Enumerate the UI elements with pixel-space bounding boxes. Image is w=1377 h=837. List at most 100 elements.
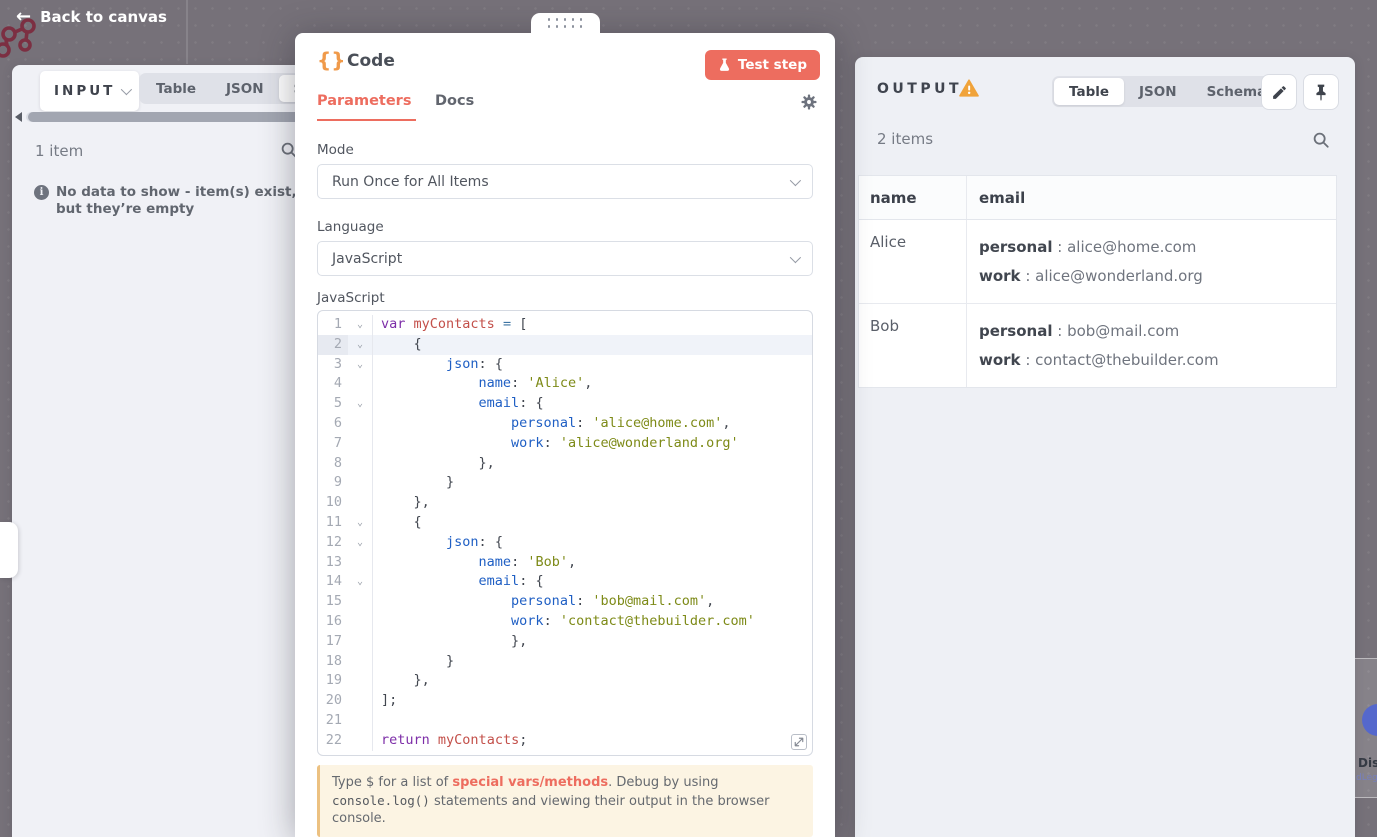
tab-docs[interactable]: Docs <box>435 93 474 109</box>
code-line[interactable]: 9 } <box>318 473 812 494</box>
code-text: { <box>381 335 422 352</box>
code-line[interactable]: 2 ⌄ { <box>318 334 812 355</box>
editor-resize-handle[interactable] <box>791 734 807 750</box>
fold-chevron-icon[interactable]: ⌄ <box>348 532 373 553</box>
output-view-tabs: Table JSON Schema <box>1052 76 1284 107</box>
mode-select[interactable]: Run Once for All Items <box>317 164 813 199</box>
code-line[interactable]: 22 return myContacts; <box>318 730 812 751</box>
editor-hint: Type $ for a list of special vars/method… <box>317 765 813 837</box>
output-title: OUTPUT <box>877 81 962 97</box>
code-editor[interactable]: 1 ⌄ var myContacts = [2 ⌄ {3 ⌄ json: {4 name… <box>317 310 813 756</box>
input-title: INPUT <box>54 83 116 99</box>
fold-chevron-icon <box>348 691 373 711</box>
special-vars-link[interactable]: special vars/methods <box>452 775 608 790</box>
line-number: 13 <box>325 553 342 570</box>
code-text: var myContacts = [ <box>381 316 528 332</box>
tab-parameters[interactable]: Parameters <box>317 93 411 109</box>
output-tab-table[interactable]: Table <box>1054 78 1125 105</box>
pin-output-button[interactable] <box>1303 74 1339 110</box>
line-number: 3 <box>333 355 342 372</box>
back-to-canvas-button[interactable]: ← Back to canvas <box>16 6 167 27</box>
code-text: } <box>381 474 455 491</box>
code-line[interactable]: 13 name: 'Bob', <box>318 552 812 573</box>
code-text: name: 'Alice', <box>478 375 593 392</box>
fold-chevron-icon[interactable]: ⌄ <box>348 394 373 414</box>
back-arrow-icon: ← <box>16 6 32 27</box>
code-line[interactable]: 14 ⌄ email: { <box>318 572 812 593</box>
code-line[interactable]: 5 ⌄ email: { <box>318 394 812 414</box>
code-line[interactable]: 8 }, <box>318 453 812 474</box>
fold-chevron-icon <box>348 671 373 692</box>
chevron-down-icon <box>789 251 802 263</box>
search-icon[interactable] <box>1312 131 1330 149</box>
canvas-node-sublabel-partial: dLega <box>1356 773 1377 783</box>
language-select[interactable]: JavaScript <box>317 241 813 276</box>
output-tab-json[interactable]: JSON <box>1124 78 1192 105</box>
fold-chevron-icon[interactable]: ⌄ <box>348 354 373 375</box>
modal-drag-handle[interactable] <box>531 13 600 34</box>
hint-middle: . Debug by using <box>608 775 719 790</box>
line-number: 2 <box>318 334 348 355</box>
fold-chevron-icon[interactable]: ⌄ <box>348 315 373 335</box>
chevron-down-icon <box>789 174 802 186</box>
code-line[interactable]: 4 name: 'Alice', <box>318 374 812 395</box>
gear-icon[interactable] <box>800 93 818 111</box>
output-items-count: 2 items <box>877 130 934 148</box>
code-text: work: 'contact@thebuilder.com' <box>511 612 755 629</box>
code-text: }, <box>381 632 528 649</box>
code-line[interactable]: 12 ⌄ json: { <box>318 532 812 553</box>
fold-chevron-icon[interactable]: ⌄ <box>348 512 373 533</box>
active-tab-underline <box>317 119 416 121</box>
app-screen: ← Back to canvas INPUT Table JSON Schema… <box>0 0 1377 837</box>
line-number: 19 <box>325 672 342 689</box>
fold-chevron-icon <box>348 552 373 573</box>
cell-name: Alice <box>859 220 967 303</box>
code-text: ]; <box>381 692 398 709</box>
hint-code: console.log() <box>332 792 430 808</box>
line-number: 17 <box>325 632 342 649</box>
collapsed-panel-handle[interactable] <box>0 522 18 578</box>
warning-icon <box>959 79 979 97</box>
language-value: JavaScript <box>332 250 403 267</box>
cell-name: Bob <box>859 304 967 387</box>
scroll-left-arrow-icon[interactable] <box>15 112 22 122</box>
edit-output-button[interactable] <box>1261 74 1297 110</box>
fold-chevron-icon <box>348 631 373 652</box>
output-table: name email Alice personal : alice@home.co… <box>858 175 1337 388</box>
code-line[interactable]: 19 }, <box>318 671 812 692</box>
code-line[interactable]: 18 } <box>318 651 812 672</box>
resize-icon <box>794 737 804 747</box>
fold-chevron-icon[interactable]: ⌄ <box>348 572 373 593</box>
column-header-email: email <box>979 188 1026 207</box>
code-line[interactable]: 1 ⌄ var myContacts = [ <box>318 315 812 335</box>
output-panel: OUTPUT Table JSON Schema 2 items name em… <box>855 57 1355 837</box>
input-empty-notice-text: No data to show - item(s) exist, but the… <box>56 184 297 217</box>
line-number: 20 <box>325 692 342 709</box>
code-line[interactable]: 7 work: 'alice@wonderland.org' <box>318 433 812 454</box>
code-line[interactable]: 17 }, <box>318 631 812 652</box>
code-line[interactable]: 11 ⌄ { <box>318 512 812 533</box>
input-tab-table[interactable]: Table <box>141 75 211 102</box>
test-step-button[interactable]: Test step <box>704 50 820 80</box>
chevron-down-icon <box>121 83 133 96</box>
code-text: personal: 'bob@mail.com', <box>511 593 715 610</box>
input-tab-json[interactable]: JSON <box>211 75 279 102</box>
code-text: json: { <box>446 533 503 550</box>
language-label: Language <box>317 219 384 235</box>
code-line[interactable]: 6 personal: 'alice@home.com', <box>318 413 812 434</box>
code-text: { <box>381 513 422 530</box>
code-text: email: { <box>478 573 544 590</box>
fold-chevron-icon[interactable]: ⌄ <box>348 334 373 355</box>
back-to-canvas-label: Back to canvas <box>40 8 167 26</box>
fold-chevron-icon <box>348 493 373 513</box>
code-line[interactable]: 16 work: 'contact@thebuilder.com' <box>318 611 812 632</box>
code-line[interactable]: 15 personal: 'bob@mail.com', <box>318 592 812 612</box>
fold-chevron-icon <box>348 413 373 434</box>
input-selector[interactable]: INPUT <box>40 71 140 111</box>
code-line[interactable]: 10 }, <box>318 493 812 513</box>
fold-chevron-icon <box>348 730 373 751</box>
table-row: Bob personal : bob@mail.com work : contact… <box>859 304 1336 387</box>
code-line[interactable]: 21 <box>318 710 812 731</box>
code-line[interactable]: 20]; <box>318 691 812 711</box>
code-line[interactable]: 3 ⌄ json: { <box>318 354 812 375</box>
